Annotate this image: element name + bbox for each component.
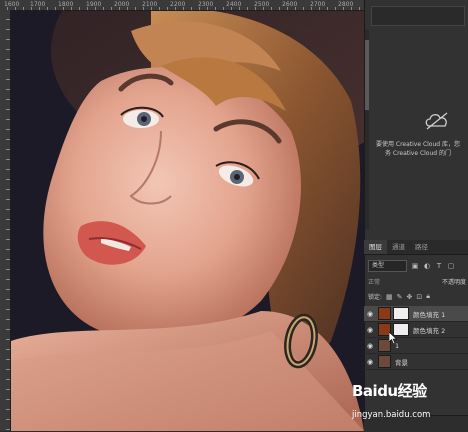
portrait-photo (11, 11, 364, 431)
lock-artboard-icon[interactable]: ⊡ (416, 293, 422, 301)
cc-message-line: 要使用 Creative Cloud 库，您 (375, 141, 460, 148)
lock-row: 锁定: ▦ ✎ ✥ ⊡ 🔒︎ (368, 291, 466, 302)
lock-brush-icon[interactable]: ✎ (397, 293, 403, 301)
blend-row: 正常 不透明度 (368, 276, 466, 287)
watermark-url: jingyan.baidu.com (352, 410, 431, 420)
layer-filter-row: 类型 ▣ ◐ T ▢ (368, 260, 466, 272)
ruler-ticks (0, 7, 364, 10)
mouse-cursor-icon (389, 332, 397, 344)
lock-transparency-icon[interactable]: ▦ (386, 293, 393, 301)
vertical-ruler (0, 10, 11, 431)
blend-mode-select[interactable]: 正常 (368, 277, 380, 286)
adjustment-filter-icon[interactable]: ◐ (423, 262, 431, 270)
layers-panel-tabs: 图层 通道 路径 (364, 240, 468, 255)
visibility-eye-icon[interactable]: ◉ (364, 326, 376, 334)
layer-row[interactable]: ◉ 背景 (364, 354, 468, 370)
shape-filter-icon[interactable]: ▢ (447, 262, 455, 270)
tab-layers[interactable]: 图层 (364, 240, 387, 254)
tab-channels[interactable]: 通道 (387, 240, 410, 254)
visibility-eye-icon[interactable]: ◉ (364, 358, 376, 366)
pixel-filter-icon[interactable]: ▣ (411, 262, 419, 270)
visibility-eye-icon[interactable]: ◉ (364, 342, 376, 350)
lock-label: 锁定: (368, 294, 383, 301)
layer-kind-select[interactable]: 类型 (368, 260, 407, 272)
layer-thumbnail (378, 307, 391, 320)
creative-cloud-icon (425, 112, 448, 130)
lock-all-icon[interactable]: 🔒︎ (426, 292, 430, 301)
creative-cloud-message: 要使用 Creative Cloud 库，您 务 Creative Cloud … (370, 140, 466, 158)
opacity-label[interactable]: 不透明度 (442, 277, 466, 286)
layer-name: 背景 (395, 358, 408, 367)
lock-move-icon[interactable]: ✥ (407, 293, 413, 301)
layer-name: 颜色填充 2 (413, 326, 446, 335)
horizontal-ruler: 1600 1700 1800 1900 2000 2100 2200 2300 … (0, 0, 364, 11)
canvas-area[interactable]: 1600 1700 1800 1900 2000 2100 2200 2300 … (0, 0, 364, 431)
cc-message-line: 务 Creative Cloud 的门 (384, 150, 451, 157)
layers-list: ◉ 颜色填充 1 ◉ 颜色填充 2 ◉ 1 ◉ 背景 (364, 306, 468, 370)
layer-row[interactable]: ◉ 颜色填充 1 (364, 306, 468, 322)
layer-row[interactable]: ◉ 颜色填充 2 (364, 322, 468, 338)
layer-thumbnail (378, 355, 391, 368)
type-filter-icon[interactable]: T (435, 262, 443, 270)
watermark-logo: Baidu经验 (352, 382, 427, 400)
baidu-jingyan-watermark: Baidu经验 jingyan.baidu.com (352, 378, 468, 428)
layer-name: 颜色填充 1 (413, 310, 446, 319)
panel-scrollbar-thumb[interactable] (365, 40, 369, 110)
library-search-bar[interactable] (371, 6, 465, 26)
tab-paths[interactable]: 路径 (410, 240, 433, 254)
layer-row[interactable]: ◉ 1 (364, 338, 468, 354)
layer-mask-thumbnail[interactable] (393, 307, 409, 320)
visibility-eye-icon[interactable]: ◉ (364, 310, 376, 318)
